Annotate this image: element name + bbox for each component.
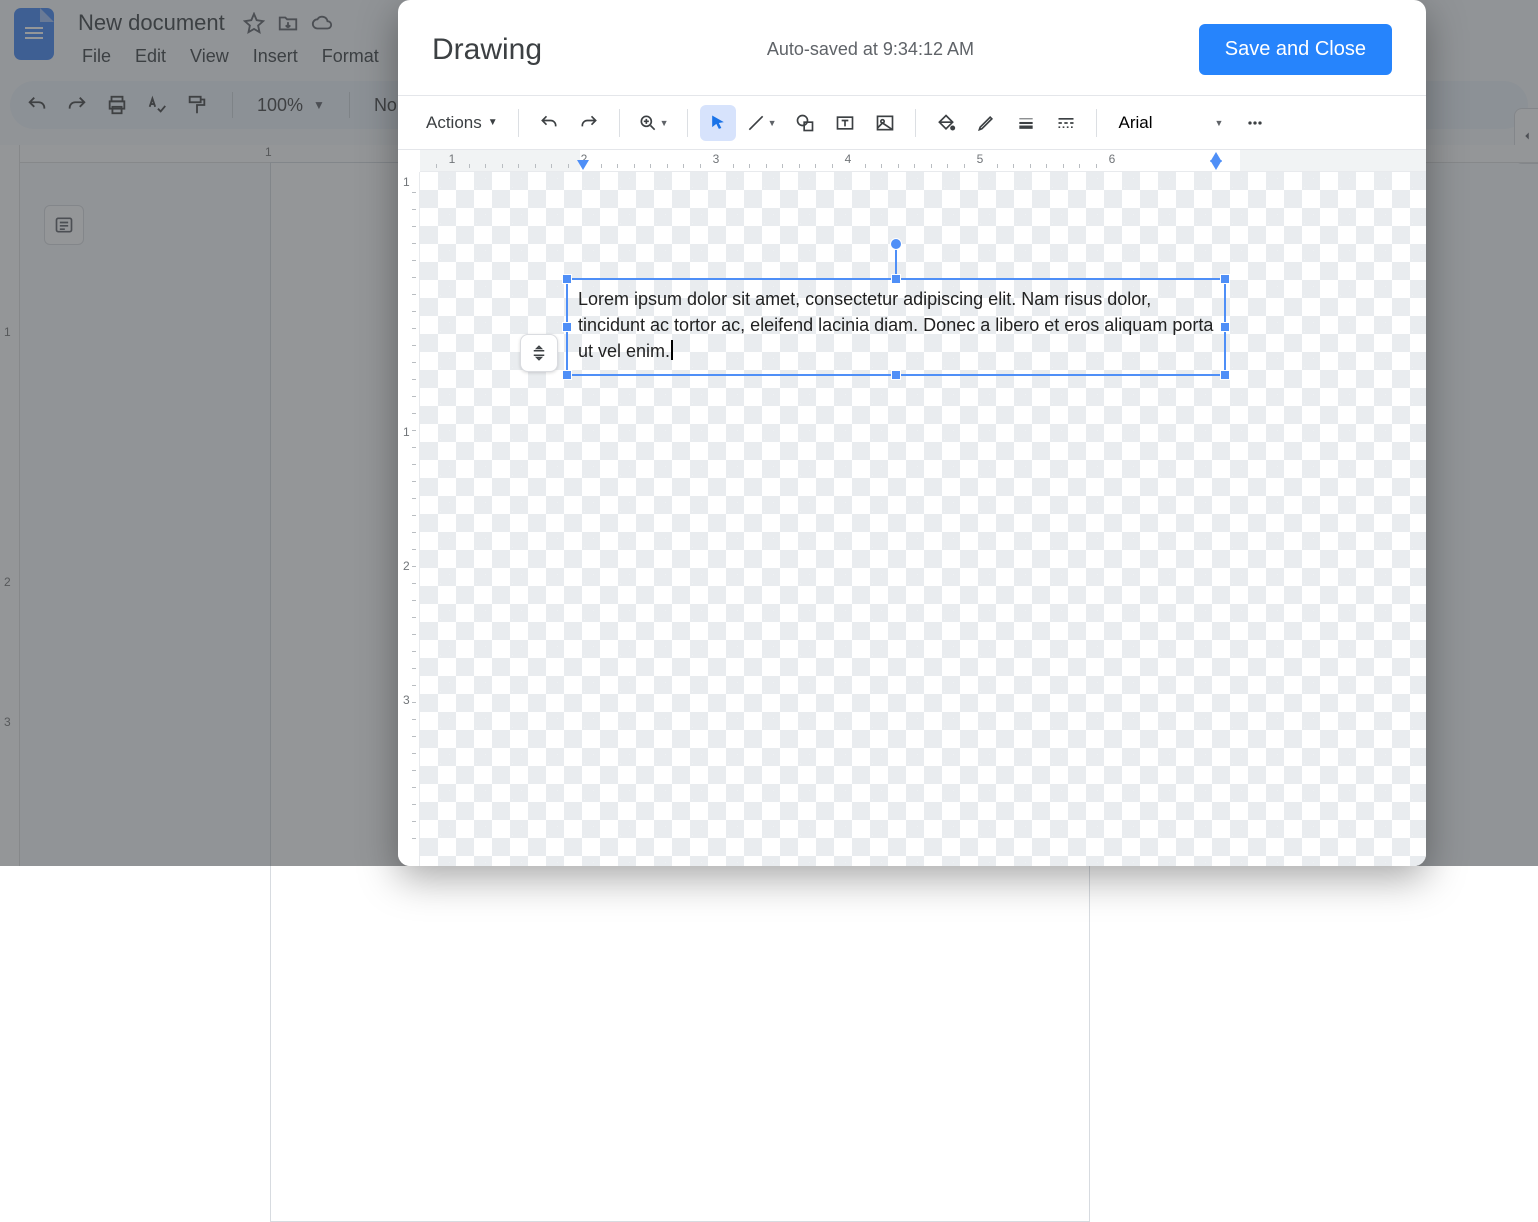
border-dash-icon[interactable] [1048,105,1084,141]
drawing-canvas-area: 1 2 3 4 5 6 1 1 2 3 Lorem ipsum dolor sit amet, … [398,150,1426,866]
drawing-toolbar: Actions▼ ▼ ▼ Arial▼ [398,96,1426,150]
textbox-tool-icon[interactable] [827,105,863,141]
select-tool-icon[interactable] [700,105,736,141]
text-cursor [671,340,673,360]
font-select[interactable]: Arial▼ [1109,113,1234,133]
drawing-canvas[interactable]: Lorem ipsum dolor sit amet, consectetur … [420,172,1426,866]
selected-textbox[interactable]: Lorem ipsum dolor sit amet, consectetur … [566,278,1226,376]
resize-handle-tm[interactable] [891,274,901,284]
resize-handle-bm[interactable] [891,370,901,380]
indent-marker-right-bottom-icon[interactable] [1210,152,1222,162]
ruler-number: 1 [403,425,410,439]
ruler-number: 1 [449,152,456,166]
ruler-number: 3 [403,693,410,707]
image-tool-icon[interactable] [867,105,903,141]
ruler-number: 4 [845,152,852,166]
resize-handle-tr[interactable] [1220,274,1230,284]
ruler-number: 3 [713,152,720,166]
redo-icon[interactable] [571,105,607,141]
resize-handle-tl[interactable] [562,274,572,284]
autofit-button[interactable] [520,334,558,372]
shape-tool-icon[interactable] [787,105,823,141]
indent-marker-left-icon[interactable] [577,160,589,170]
resize-handle-mr[interactable] [1220,322,1230,332]
ruler-number: 2 [403,559,410,573]
drawing-modal: Drawing Auto-saved at 9:34:12 AM Save an… [398,0,1426,866]
autosave-status: Auto-saved at 9:34:12 AM [767,39,974,60]
undo-icon[interactable] [531,105,567,141]
modal-title: Drawing [432,33,542,67]
vertical-ruler[interactable]: 1 1 2 3 [398,172,420,866]
save-and-close-button[interactable]: Save and Close [1199,24,1392,75]
ruler-number: 1 [403,175,410,189]
actions-menu[interactable]: Actions▼ [418,105,506,141]
rotation-handle-icon[interactable] [890,238,902,250]
horizontal-ruler[interactable]: 123456 [420,150,1426,172]
resize-handle-ml[interactable] [562,322,572,332]
border-color-icon[interactable] [968,105,1004,141]
textbox-content[interactable]: Lorem ipsum dolor sit amet, consectetur … [578,286,1214,368]
fill-color-icon[interactable] [928,105,964,141]
resize-handle-br[interactable] [1220,370,1230,380]
resize-handle-bl[interactable] [562,370,572,380]
zoom-icon[interactable]: ▼ [632,105,675,141]
ruler-number: 5 [977,152,984,166]
line-tool-icon[interactable]: ▼ [740,105,783,141]
ruler-number: 6 [1109,152,1116,166]
border-weight-icon[interactable] [1008,105,1044,141]
more-options-icon[interactable] [1237,105,1273,141]
